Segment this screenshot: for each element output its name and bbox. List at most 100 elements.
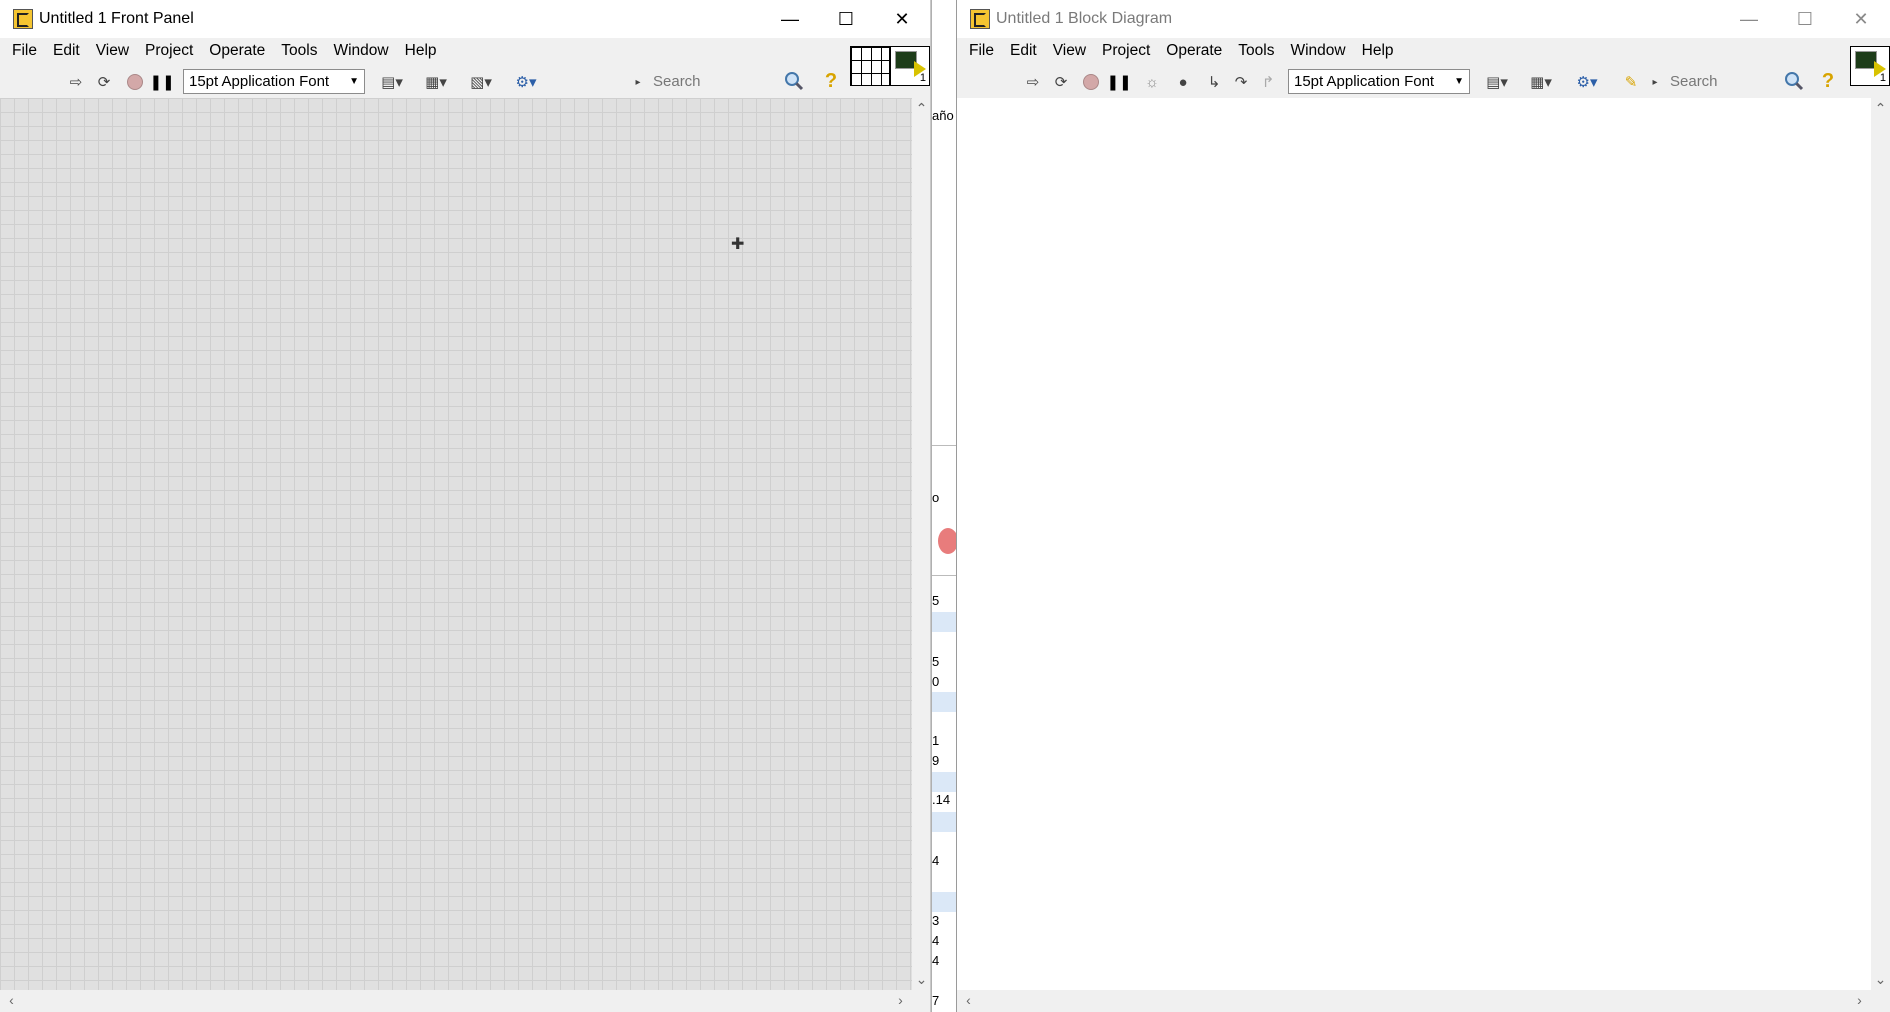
labview-app-icon xyxy=(970,9,990,29)
reorder-icon[interactable]: ⚙▾ xyxy=(1571,71,1603,93)
menu-help[interactable]: Help xyxy=(1354,38,1402,64)
toolbar: ⇨ ⟳ ❚❚ ☼ ● ↳ ↷ ↱ 15pt Application Font ▼ … xyxy=(957,64,1890,98)
background-text: 0 xyxy=(932,674,940,689)
reorder-icon[interactable]: ⚙▾ xyxy=(510,71,542,93)
menu-view[interactable]: View xyxy=(1045,38,1094,64)
menu-file[interactable]: File xyxy=(961,38,1002,64)
background-text: 4 xyxy=(932,933,940,948)
menu-project[interactable]: Project xyxy=(1094,38,1158,64)
search-input[interactable]: Search xyxy=(644,69,789,94)
background-text: .14 xyxy=(932,792,951,807)
background-text: 5 xyxy=(932,654,940,669)
block-diagram-titlebar[interactable]: Untitled 1 Block Diagram — ☐ ✕ xyxy=(957,0,1890,38)
pause-icon[interactable]: ❚❚ xyxy=(1106,71,1131,93)
vi-icon[interactable]: 1 xyxy=(1850,46,1890,86)
retain-wire-values-icon[interactable]: ● xyxy=(1171,71,1195,93)
front-panel-canvas[interactable]: ✚ xyxy=(0,98,912,990)
chevron-down-icon: ▼ xyxy=(1454,76,1464,87)
crosshair-cursor-icon: ✚ xyxy=(731,236,745,253)
font-select[interactable]: 15pt Application Font ▼ xyxy=(183,69,365,94)
menu-window[interactable]: Window xyxy=(1282,38,1353,64)
menu-bar: File Edit View Project Operate Tools Win… xyxy=(957,38,1402,64)
vertical-scrollbar[interactable]: ⌃ ⌄ xyxy=(1871,98,1890,990)
background-text: 4 xyxy=(932,953,940,968)
block-diagram-window: Untitled 1 Block Diagram — ☐ ✕ File Edit… xyxy=(956,0,1890,1012)
window-title: Untitled 1 Front Panel xyxy=(39,10,194,27)
menu-tools[interactable]: Tools xyxy=(1230,38,1282,64)
scroll-right-icon[interactable]: › xyxy=(1850,992,1869,1008)
background-text: 9 xyxy=(932,753,940,768)
horizontal-scrollbar[interactable]: ‹ › xyxy=(0,990,912,1012)
background-text: 3 xyxy=(932,913,940,928)
maximize-button[interactable]: ☐ xyxy=(818,0,874,38)
chevron-down-icon: ▼ xyxy=(349,76,359,87)
pause-icon[interactable]: ❚❚ xyxy=(149,71,174,93)
menu-project[interactable]: Project xyxy=(137,38,201,64)
abort-icon[interactable] xyxy=(1079,71,1103,93)
scroll-up-icon[interactable]: ⌃ xyxy=(912,100,930,117)
horizontal-scrollbar[interactable]: ‹ › xyxy=(957,990,1871,1012)
search-icon[interactable] xyxy=(1783,70,1805,92)
run-continuously-icon[interactable]: ⟳ xyxy=(92,71,116,93)
scroll-up-icon[interactable]: ⌃ xyxy=(1871,100,1890,117)
front-panel-titlebar[interactable]: Untitled 1 Front Panel — ☐ ✕ xyxy=(0,0,930,38)
close-button[interactable]: ✕ xyxy=(874,0,930,38)
distribute-objects-icon[interactable]: ▦▾ xyxy=(420,71,452,93)
background-text: 4 xyxy=(932,853,940,868)
step-out-icon[interactable]: ↱ xyxy=(1256,71,1280,93)
search-input[interactable]: Search xyxy=(1661,69,1779,94)
icon-pane: 1 xyxy=(1850,46,1890,86)
collapse-arrow-icon[interactable]: ▸ xyxy=(1649,71,1661,93)
help-icon[interactable]: ? xyxy=(1817,69,1839,93)
error-icon xyxy=(938,528,956,554)
collapse-arrow-icon[interactable]: ▸ xyxy=(632,71,644,93)
search-icon[interactable] xyxy=(783,70,805,92)
menu-operate[interactable]: Operate xyxy=(1158,38,1230,64)
maximize-button[interactable]: ☐ xyxy=(1777,0,1833,38)
scroll-down-icon[interactable]: ⌄ xyxy=(1871,971,1890,988)
background-text: 7 xyxy=(932,993,940,1008)
background-text: año xyxy=(932,108,954,123)
scroll-down-icon[interactable]: ⌄ xyxy=(912,971,930,988)
background-window-strip: año o 5 5 0 1 9 .14 4 3 4 4 7 xyxy=(931,0,956,1012)
menu-edit[interactable]: Edit xyxy=(1002,38,1045,64)
close-button[interactable]: ✕ xyxy=(1833,0,1889,38)
run-arrow-icon[interactable]: ⇨ xyxy=(64,71,88,93)
minimize-button[interactable]: — xyxy=(1721,0,1777,38)
menu-file[interactable]: File xyxy=(4,38,45,64)
resize-objects-icon[interactable]: ▧▾ xyxy=(465,71,497,93)
background-text: 1 xyxy=(932,733,940,748)
run-continuously-icon[interactable]: ⟳ xyxy=(1049,71,1073,93)
distribute-objects-icon[interactable]: ▦▾ xyxy=(1525,71,1557,93)
font-select[interactable]: 15pt Application Font ▼ xyxy=(1288,69,1470,94)
window-title: Untitled 1 Block Diagram xyxy=(996,10,1173,27)
menu-operate[interactable]: Operate xyxy=(201,38,273,64)
icon-pane: 1 xyxy=(850,46,930,86)
menu-bar: File Edit View Project Operate Tools Win… xyxy=(0,38,445,64)
scroll-left-icon[interactable]: ‹ xyxy=(959,992,978,1008)
help-icon[interactable]: ? xyxy=(820,69,842,93)
clean-up-diagram-icon[interactable]: ✎ xyxy=(1617,71,1645,93)
vertical-scrollbar[interactable]: ⌃ ⌄ xyxy=(912,98,930,990)
menu-edit[interactable]: Edit xyxy=(45,38,88,64)
step-into-icon[interactable]: ↳ xyxy=(1202,71,1226,93)
align-objects-icon[interactable]: ▤▾ xyxy=(376,71,408,93)
scroll-left-icon[interactable]: ‹ xyxy=(2,992,21,1008)
scroll-right-icon[interactable]: › xyxy=(891,992,910,1008)
align-objects-icon[interactable]: ▤▾ xyxy=(1481,71,1513,93)
menu-help[interactable]: Help xyxy=(397,38,445,64)
menu-window[interactable]: Window xyxy=(325,38,396,64)
background-text: 5 xyxy=(932,593,940,608)
menu-tools[interactable]: Tools xyxy=(273,38,325,64)
menu-view[interactable]: View xyxy=(88,38,137,64)
block-diagram-canvas[interactable] xyxy=(957,98,1871,990)
connector-pane-icon[interactable] xyxy=(850,46,890,86)
labview-app-icon xyxy=(13,9,33,29)
run-arrow-icon[interactable]: ⇨ xyxy=(1021,71,1045,93)
front-panel-window: Untitled 1 Front Panel — ☐ ✕ File Edit V… xyxy=(0,0,931,1012)
minimize-button[interactable]: — xyxy=(762,0,818,38)
abort-icon[interactable] xyxy=(123,71,147,93)
step-over-icon[interactable]: ↷ xyxy=(1229,71,1253,93)
vi-icon[interactable]: 1 xyxy=(890,46,930,86)
highlight-execution-icon[interactable]: ☼ xyxy=(1140,71,1164,93)
